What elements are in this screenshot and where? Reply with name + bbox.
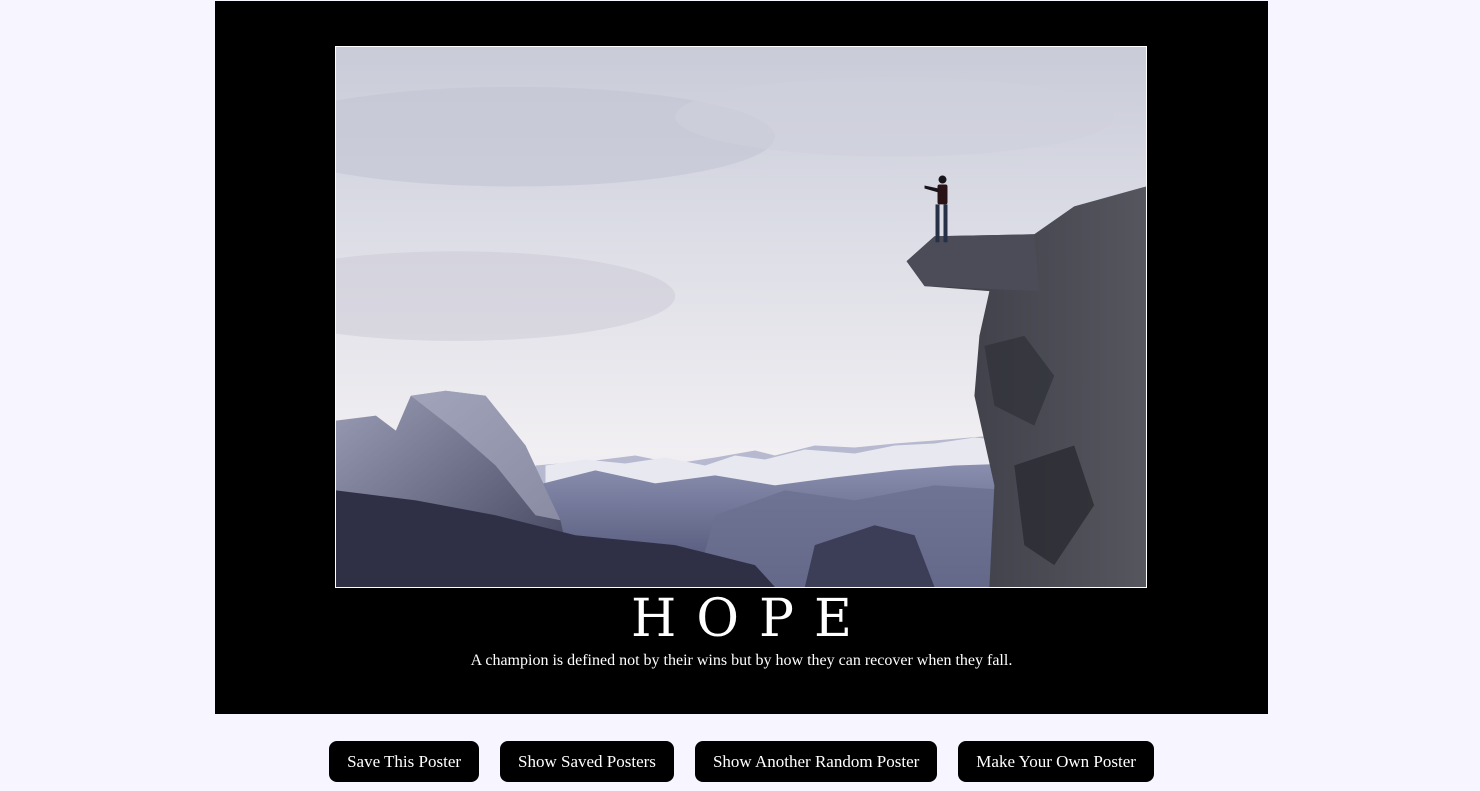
save-poster-button[interactable]: Save This Poster xyxy=(329,741,480,782)
show-saved-posters-button[interactable]: Show Saved Posters xyxy=(500,741,674,782)
poster-title: HOPE xyxy=(631,589,872,649)
make-own-poster-button[interactable]: Make Your Own Poster xyxy=(958,741,1154,782)
poster: HOPE A champion is defined not by their … xyxy=(215,1,1268,714)
action-bar: Save This Poster Show Saved Posters Show… xyxy=(0,741,1480,782)
poster-quote: A champion is defined not by their wins … xyxy=(470,652,1013,669)
poster-image xyxy=(335,46,1147,588)
cliff-landscape-picture xyxy=(336,47,1146,587)
show-random-poster-button[interactable]: Show Another Random Poster xyxy=(694,741,938,782)
